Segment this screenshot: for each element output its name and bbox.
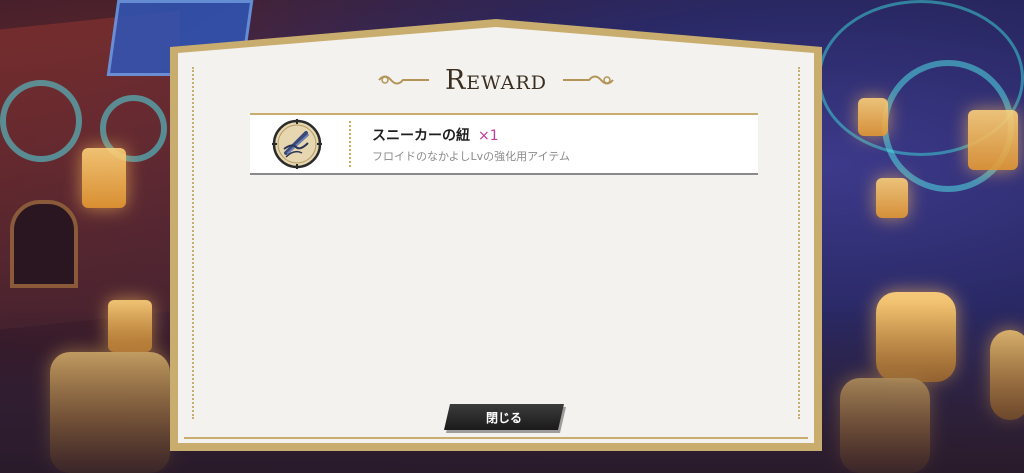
floating-lantern — [82, 148, 126, 208]
close-button[interactable]: 閉じる — [444, 404, 564, 430]
dotted-border-left — [192, 67, 194, 419]
reward-dialog: Reward スニーカーの紐 ×1 フロイドのなかよしLvの強化用アイテム 閉じ… — [170, 19, 822, 451]
bottom-frame-line — [184, 437, 808, 439]
item-name: スニーカーの紐 — [372, 128, 470, 144]
floating-lantern — [876, 178, 908, 218]
floating-lantern — [858, 98, 888, 136]
reward-dialog-panel: Reward スニーカーの紐 ×1 フロイドのなかよしLvの強化用アイテム 閉じ… — [178, 27, 814, 443]
item-divider — [349, 121, 351, 167]
reward-item-row[interactable]: スニーカーの紐 ×1 フロイドのなかよしLvの強化用アイテム — [250, 113, 758, 175]
close-button-label: 閉じる — [485, 410, 522, 425]
item-description: フロイドのなかよしLvの強化用アイテム — [372, 150, 570, 163]
floating-lantern — [968, 110, 1018, 170]
shoelace-icon — [272, 119, 322, 169]
dialog-header: Reward — [178, 63, 814, 97]
holo-ring — [0, 80, 82, 162]
dotted-border-right — [798, 67, 800, 419]
flourish-right-icon — [563, 75, 614, 85]
item-name-line: スニーカーの紐 ×1 — [372, 125, 499, 145]
flourish-left-icon — [378, 75, 429, 85]
building-window — [10, 200, 78, 288]
item-quantity: ×1 — [478, 128, 499, 144]
dialog-title: Reward — [444, 64, 548, 96]
